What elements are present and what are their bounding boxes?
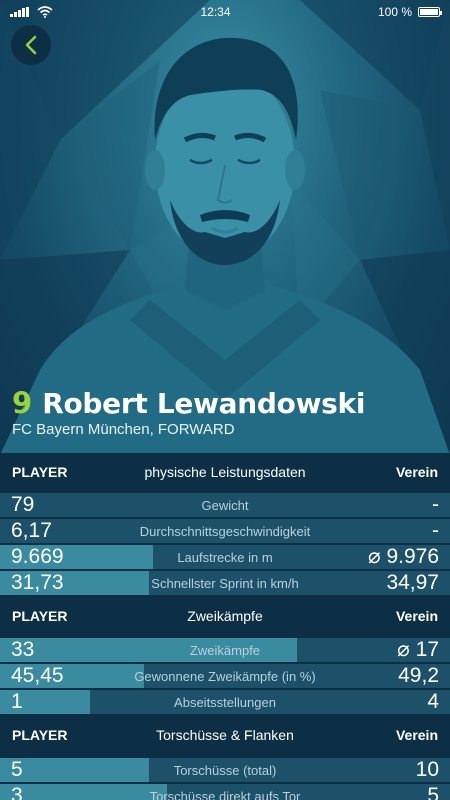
club-value: - — [432, 519, 439, 542]
chevron-left-icon — [25, 35, 37, 55]
signal-icon — [10, 7, 29, 17]
stat-label: Zweikämpfe — [189, 643, 261, 658]
status-bar: 12:34 100 % — [0, 0, 450, 24]
section-left-label: PLAYER — [12, 464, 68, 480]
club-value: 4 — [427, 690, 439, 713]
stat-label: Schnellster Sprint in km/h — [151, 576, 299, 591]
section-right-label: Verein — [395, 727, 438, 743]
jersey-number: 9 — [12, 386, 33, 420]
back-button[interactable] — [11, 25, 51, 65]
stat-row: 3 Torschüsse direkt aufs Tor 5 — [0, 784, 450, 800]
stat-label: Gewonnene Zweikämpfe (in %) — [134, 669, 316, 684]
section-right-label: Verein — [395, 464, 438, 480]
club-value: 10 — [415, 758, 439, 781]
stat-row: 31,73 Schnellster Sprint in km/h 34,97 — [0, 571, 450, 595]
club-value: 34,97 — [386, 571, 439, 594]
stat-row: 79 Gewicht - — [0, 493, 450, 517]
stat-label: Gewicht — [201, 498, 249, 513]
section-left-label: PLAYER — [12, 608, 68, 624]
wifi-icon — [37, 6, 53, 18]
battery-icon — [418, 7, 442, 17]
stat-label: Torschüsse (total) — [173, 763, 277, 778]
player-club-position: FC Bayern München, FORWARD — [12, 421, 235, 438]
stat-row: 5 Torschüsse (total) 10 — [0, 758, 450, 782]
club-value: ⌀ 9.976 — [367, 545, 439, 568]
section-left-label: PLAYER — [12, 727, 68, 743]
player-hero: 12:34 100 % 9 Robert Lewandowski FC Baye… — [0, 0, 450, 455]
stat-label: Torschüsse direkt aufs Tor — [149, 789, 301, 800]
stat-label: Abseitsstellungen — [174, 695, 276, 710]
section-header-duels: PLAYER Zweikämpfe Verein — [0, 597, 450, 635]
stat-row: 33 Zweikämpfe ⌀ 17 — [0, 638, 450, 662]
stat-row: 45,45 Gewonnene Zweikämpfe (in %) 49,2 — [0, 664, 450, 688]
stat-row: 9.669 Laufstrecke in m ⌀ 9.976 — [0, 545, 450, 569]
section-header-physical: PLAYER physische Leistungsdaten Verein — [0, 453, 450, 491]
club-value: 5 — [427, 784, 439, 800]
club-value: 49,2 — [398, 664, 439, 687]
section-right-label: Verein — [395, 608, 438, 624]
stat-row: 1 Abseitsstellungen 4 — [0, 690, 450, 714]
club-value: ⌀ 17 — [397, 638, 439, 661]
club-value: - — [432, 493, 439, 516]
stat-row: 6,17 Durchschnittsgeschwindigkeit - — [0, 519, 450, 543]
battery-percent: 100 % — [377, 5, 412, 19]
player-name: Robert Lewandowski — [42, 387, 366, 420]
player-heading: 9 Robert Lewandowski — [12, 386, 365, 420]
stat-label: Durchschnittsgeschwindigkeit — [139, 524, 311, 539]
section-header-shots: PLAYER Torschüsse & Flanken Verein — [0, 716, 450, 754]
status-time: 12:34 — [200, 5, 231, 19]
